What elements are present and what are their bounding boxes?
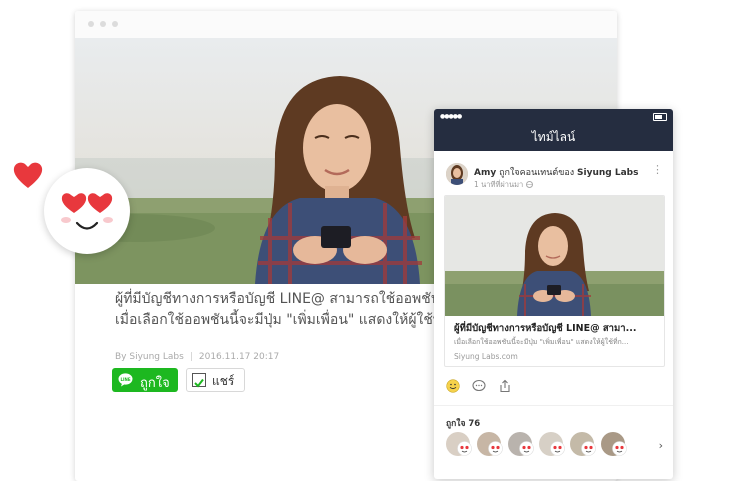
post-time: 1 นาทีที่ผ่านมา [474,179,533,191]
like-label: ถูกใจ [140,376,170,391]
post-author[interactable]: Amy [474,168,496,178]
heart-eyes-reaction-icon [550,441,565,456]
heart-eyes-reaction-icon [457,441,472,456]
post-target[interactable]: Siyung Labs [577,168,638,178]
likes-count[interactable]: ถูกใจ 76 [446,416,480,430]
status-bar: ●●●●● [434,109,673,123]
navbar-title: ไทม์ไลน์ [531,130,576,144]
heart-eyes-reaction-icon [581,441,596,456]
card-thumbnail [445,196,664,316]
window-dot [100,21,106,27]
card-domain: Siyung Labs.com [454,352,518,361]
share-button[interactable]: แชร์ [186,368,245,392]
byline-separator: | [189,352,193,362]
share-label: แชร์ [212,374,235,388]
author-name: By Siyung Labs [115,352,184,362]
post-time-text: 1 นาทีที่ผ่านมา [474,180,524,189]
window-dot [88,21,94,27]
divider [434,405,673,406]
post-date: 2016.11.17 20:17 [198,352,280,362]
heart-eyes-emoji [44,168,130,254]
phone-mockup: ●●●●● ไทม์ไลน์ Amy ถูกใจคอนเทนต์ของ Siyu… [434,109,673,479]
article-byline: By Siyung Labs | 2016.11.17 20:17 [115,352,279,362]
post-action: ถูกใจคอนเทนต์ของ [496,168,578,178]
liker-avatar[interactable] [570,432,596,456]
comment-icon[interactable] [472,379,486,393]
card-title: ผู้ที่มีบัญชีทางการหรือบัญชี LINE@ สามา.… [454,323,637,334]
heart-icon [13,162,43,188]
share-checkbox-icon [192,373,206,388]
liker-avatar[interactable] [508,432,534,456]
heart-eyes-reaction-icon [612,441,627,456]
chevron-right-icon[interactable]: › [659,439,663,452]
line-logo-icon: LINE [118,373,133,387]
line-like-button[interactable]: LINE ถูกใจ [112,368,178,392]
globe-icon [525,181,533,188]
smiley-icon[interactable] [446,379,460,393]
shared-link-card[interactable]: ผู้ที่มีบัญชีทางการหรือบัญชี LINE@ สามา.… [444,195,665,367]
liker-avatar[interactable] [539,432,565,456]
timeline-navbar: ไทม์ไลน์ [434,123,673,151]
window-dot [112,21,118,27]
avatar[interactable] [446,163,468,185]
heart-eyes-face-icon [61,193,113,230]
post-activity: Amy ถูกใจคอนเทนต์ของ Siyung Labs [474,165,638,179]
signal-icon: ●●●●● [440,113,462,120]
battery-icon [653,113,667,121]
svg-text:LINE: LINE [120,377,130,382]
liker-avatar[interactable] [601,432,627,456]
liker-avatar[interactable] [446,432,472,456]
heart-eyes-reaction-icon [519,441,534,456]
card-description: เมื่อเลือกใช้ออพชันนี้จะมีปุ่ม "เพิ่มเพื… [454,338,629,346]
liker-avatar[interactable] [477,432,503,456]
heart-eyes-reaction-icon [488,441,503,456]
browser-toolbar [75,11,617,39]
share-icon[interactable] [498,379,512,393]
post-header: Amy ถูกใจคอนเทนต์ของ Siyung Labs 1 นาทีท… [434,151,673,193]
more-options-icon[interactable]: ⋮ [652,164,663,175]
